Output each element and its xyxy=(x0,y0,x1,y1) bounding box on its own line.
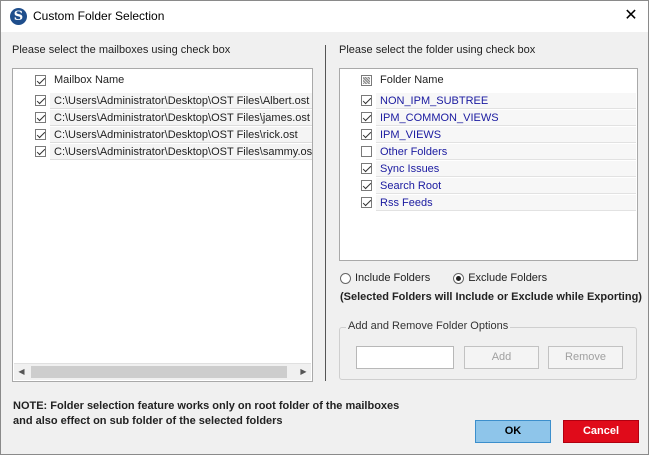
folder-list-header: Folder Name xyxy=(340,69,637,91)
folder-name: Other Folders xyxy=(376,143,636,160)
folder-checkbox[interactable] xyxy=(361,180,372,191)
folder-row[interactable]: Rss Feeds xyxy=(340,194,636,211)
folder-name: IPM_VIEWS xyxy=(376,126,636,143)
folder-name: Rss Feeds xyxy=(376,194,636,211)
remove-button[interactable]: Remove xyxy=(548,346,623,369)
folder-name: Search Root xyxy=(376,177,636,194)
mailbox-path: C:\Users\Administrator\Desktop\OST Files… xyxy=(50,143,312,160)
folder-checkbox[interactable] xyxy=(361,112,372,123)
horizontal-scrollbar[interactable]: ◀ ▶ xyxy=(14,363,311,380)
window-title: Custom Folder Selection xyxy=(33,9,165,23)
include-folders-label[interactable]: Include Folders xyxy=(355,272,430,284)
folder-name: NON_IPM_SUBTREE xyxy=(376,92,636,109)
mailbox-row[interactable]: C:\Users\Administrator\Desktop\OST Files… xyxy=(13,126,312,143)
folder-checkbox[interactable] xyxy=(361,95,372,106)
folder-list[interactable]: Folder Name NON_IPM_SUBTREE IPM_COMMON_V… xyxy=(339,68,638,261)
close-icon[interactable]: ✕ xyxy=(620,5,642,27)
title-bar: S Custom Folder Selection ✕ xyxy=(1,1,648,32)
folder-name-column-header: Folder Name xyxy=(380,74,444,86)
include-folders-radio[interactable] xyxy=(340,272,351,284)
folder-row[interactable]: IPM_VIEWS xyxy=(340,126,636,143)
panel-divider xyxy=(325,45,326,381)
folder-checkbox[interactable] xyxy=(361,129,372,140)
custom-folder-selection-dialog: S Custom Folder Selection ✕ Please selec… xyxy=(0,0,649,455)
app-logo-icon: S xyxy=(10,8,27,25)
add-button[interactable]: Add xyxy=(464,346,539,369)
mailbox-row[interactable]: C:\Users\Administrator\Desktop\OST Files… xyxy=(13,143,312,160)
scroll-right-icon[interactable]: ▶ xyxy=(296,365,311,379)
mailbox-name-column-header: Mailbox Name xyxy=(54,74,125,86)
mailbox-checkbox[interactable] xyxy=(35,112,46,123)
folder-row[interactable]: Sync Issues xyxy=(340,160,636,177)
folder-row[interactable]: NON_IPM_SUBTREE xyxy=(340,92,636,109)
folder-row[interactable]: Other Folders xyxy=(340,143,636,160)
mailbox-path: C:\Users\Administrator\Desktop\OST Files… xyxy=(50,109,312,126)
mailbox-path: C:\Users\Administrator\Desktop\OST Files… xyxy=(50,126,312,143)
folder-checkbox[interactable] xyxy=(361,163,372,174)
exclude-folders-radio[interactable] xyxy=(453,272,465,284)
select-all-folders-checkbox[interactable] xyxy=(361,74,372,86)
mailbox-instruction-label: Please select the mailboxes using check … xyxy=(12,44,231,56)
mailbox-checkbox[interactable] xyxy=(35,146,46,157)
folder-row[interactable]: IPM_COMMON_VIEWS xyxy=(340,109,636,126)
folder-name-input[interactable] xyxy=(356,346,454,369)
scroll-left-icon[interactable]: ◀ xyxy=(14,365,29,379)
cancel-button[interactable]: Cancel xyxy=(563,420,639,443)
folder-row[interactable]: Search Root xyxy=(340,177,636,194)
footer-note-line1: NOTE: Folder selection feature works onl… xyxy=(13,400,400,412)
folder-checkbox[interactable] xyxy=(361,197,372,208)
folder-mode-note: (Selected Folders will Include or Exclud… xyxy=(340,291,642,303)
folder-checkbox[interactable] xyxy=(361,146,372,157)
exclude-folders-label[interactable]: Exclude Folders xyxy=(468,272,547,284)
mailbox-checkbox[interactable] xyxy=(35,129,46,140)
folder-mode-radio-group: Include Folders Exclude Folders xyxy=(340,272,570,284)
folder-name: IPM_COMMON_VIEWS xyxy=(376,109,636,126)
folder-name: Sync Issues xyxy=(376,160,636,177)
add-remove-group-title: Add and Remove Folder Options xyxy=(346,320,511,332)
folder-instruction-label: Please select the folder using check box xyxy=(339,44,536,56)
ok-button[interactable]: OK xyxy=(475,420,551,443)
scrollbar-thumb[interactable] xyxy=(31,366,287,378)
mailbox-list-header: Mailbox Name xyxy=(13,69,312,91)
mailbox-row[interactable]: C:\Users\Administrator\Desktop\OST Files… xyxy=(13,109,312,126)
mailbox-row[interactable]: C:\Users\Administrator\Desktop\OST Files… xyxy=(13,92,312,109)
select-all-mailboxes-checkbox[interactable] xyxy=(35,74,46,86)
mailbox-path: C:\Users\Administrator\Desktop\OST Files… xyxy=(50,92,312,109)
mailbox-checkbox[interactable] xyxy=(35,95,46,106)
footer-note-line2: and also effect on sub folder of the sel… xyxy=(13,415,283,427)
mailbox-list[interactable]: Mailbox Name C:\Users\Administrator\Desk… xyxy=(12,68,313,382)
add-remove-folder-options-group: Add and Remove Folder Options Add Remove xyxy=(339,320,637,380)
